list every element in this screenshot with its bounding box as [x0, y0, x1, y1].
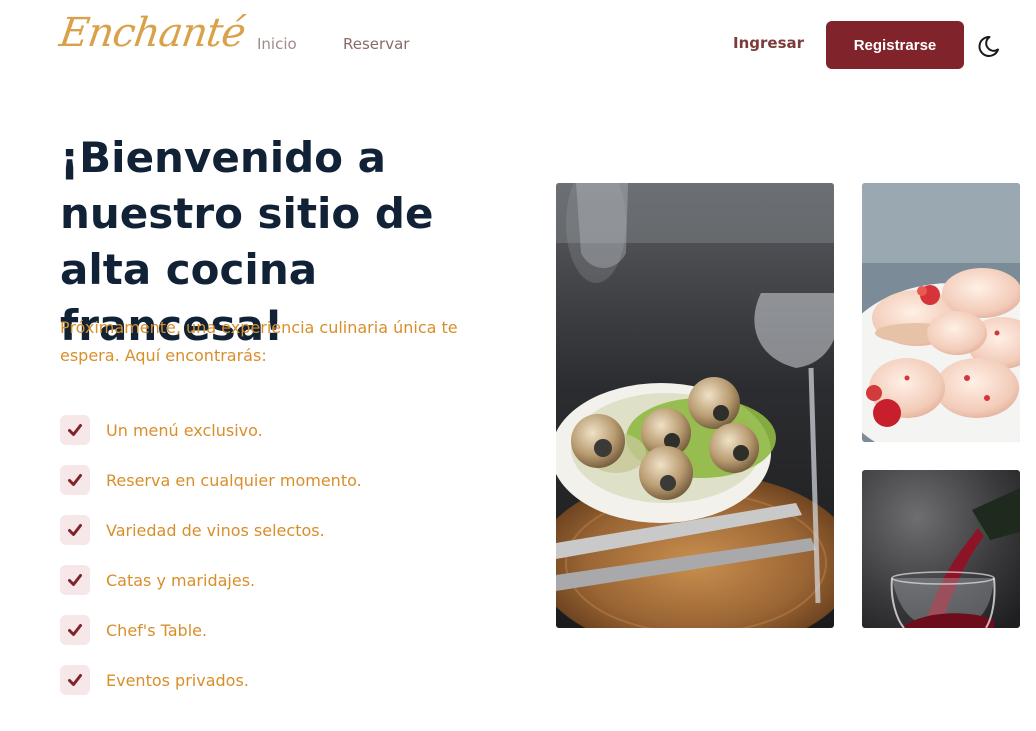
feature-list: Un menú exclusivo. Reserva en cualquier …	[60, 415, 362, 715]
wine-pour-photo	[862, 470, 1020, 628]
feature-item: Catas y maridajes.	[60, 565, 362, 595]
check-icon	[60, 665, 90, 695]
hero-subtitle: Próximamente, una experiencia culinaria …	[60, 318, 458, 365]
nav-link-reservar[interactable]: Reservar	[343, 35, 409, 53]
check-icon	[60, 565, 90, 595]
moon-icon[interactable]	[978, 31, 1006, 59]
feature-text: Reserva en cualquier momento.	[106, 470, 362, 490]
feature-item: Reserva en cualquier momento.	[60, 465, 362, 495]
feature-text: Variedad de vinos selectos.	[106, 520, 325, 540]
check-icon	[60, 515, 90, 545]
check-icon	[60, 465, 90, 495]
nav-link-inicio[interactable]: Inicio	[257, 35, 297, 53]
feature-text: Eventos privados.	[106, 670, 249, 690]
check-icon	[60, 415, 90, 445]
feature-item: Variedad de vinos selectos.	[60, 515, 362, 545]
feature-item: Chef's Table.	[60, 615, 362, 645]
escargot-photo	[556, 183, 834, 628]
feature-text: Un menú exclusivo.	[106, 420, 263, 440]
feature-item: Un menú exclusivo.	[60, 415, 362, 445]
register-button[interactable]: Registrarse	[826, 21, 964, 69]
check-icon	[60, 615, 90, 645]
login-link[interactable]: Ingresar	[733, 34, 804, 52]
feature-text: Chef's Table.	[106, 620, 208, 640]
brand-logo[interactable]: Enchanté	[57, 10, 248, 56]
feature-item: Eventos privados.	[60, 665, 362, 695]
macarons-photo	[862, 183, 1020, 442]
feature-text: Catas y maridajes.	[106, 570, 256, 590]
